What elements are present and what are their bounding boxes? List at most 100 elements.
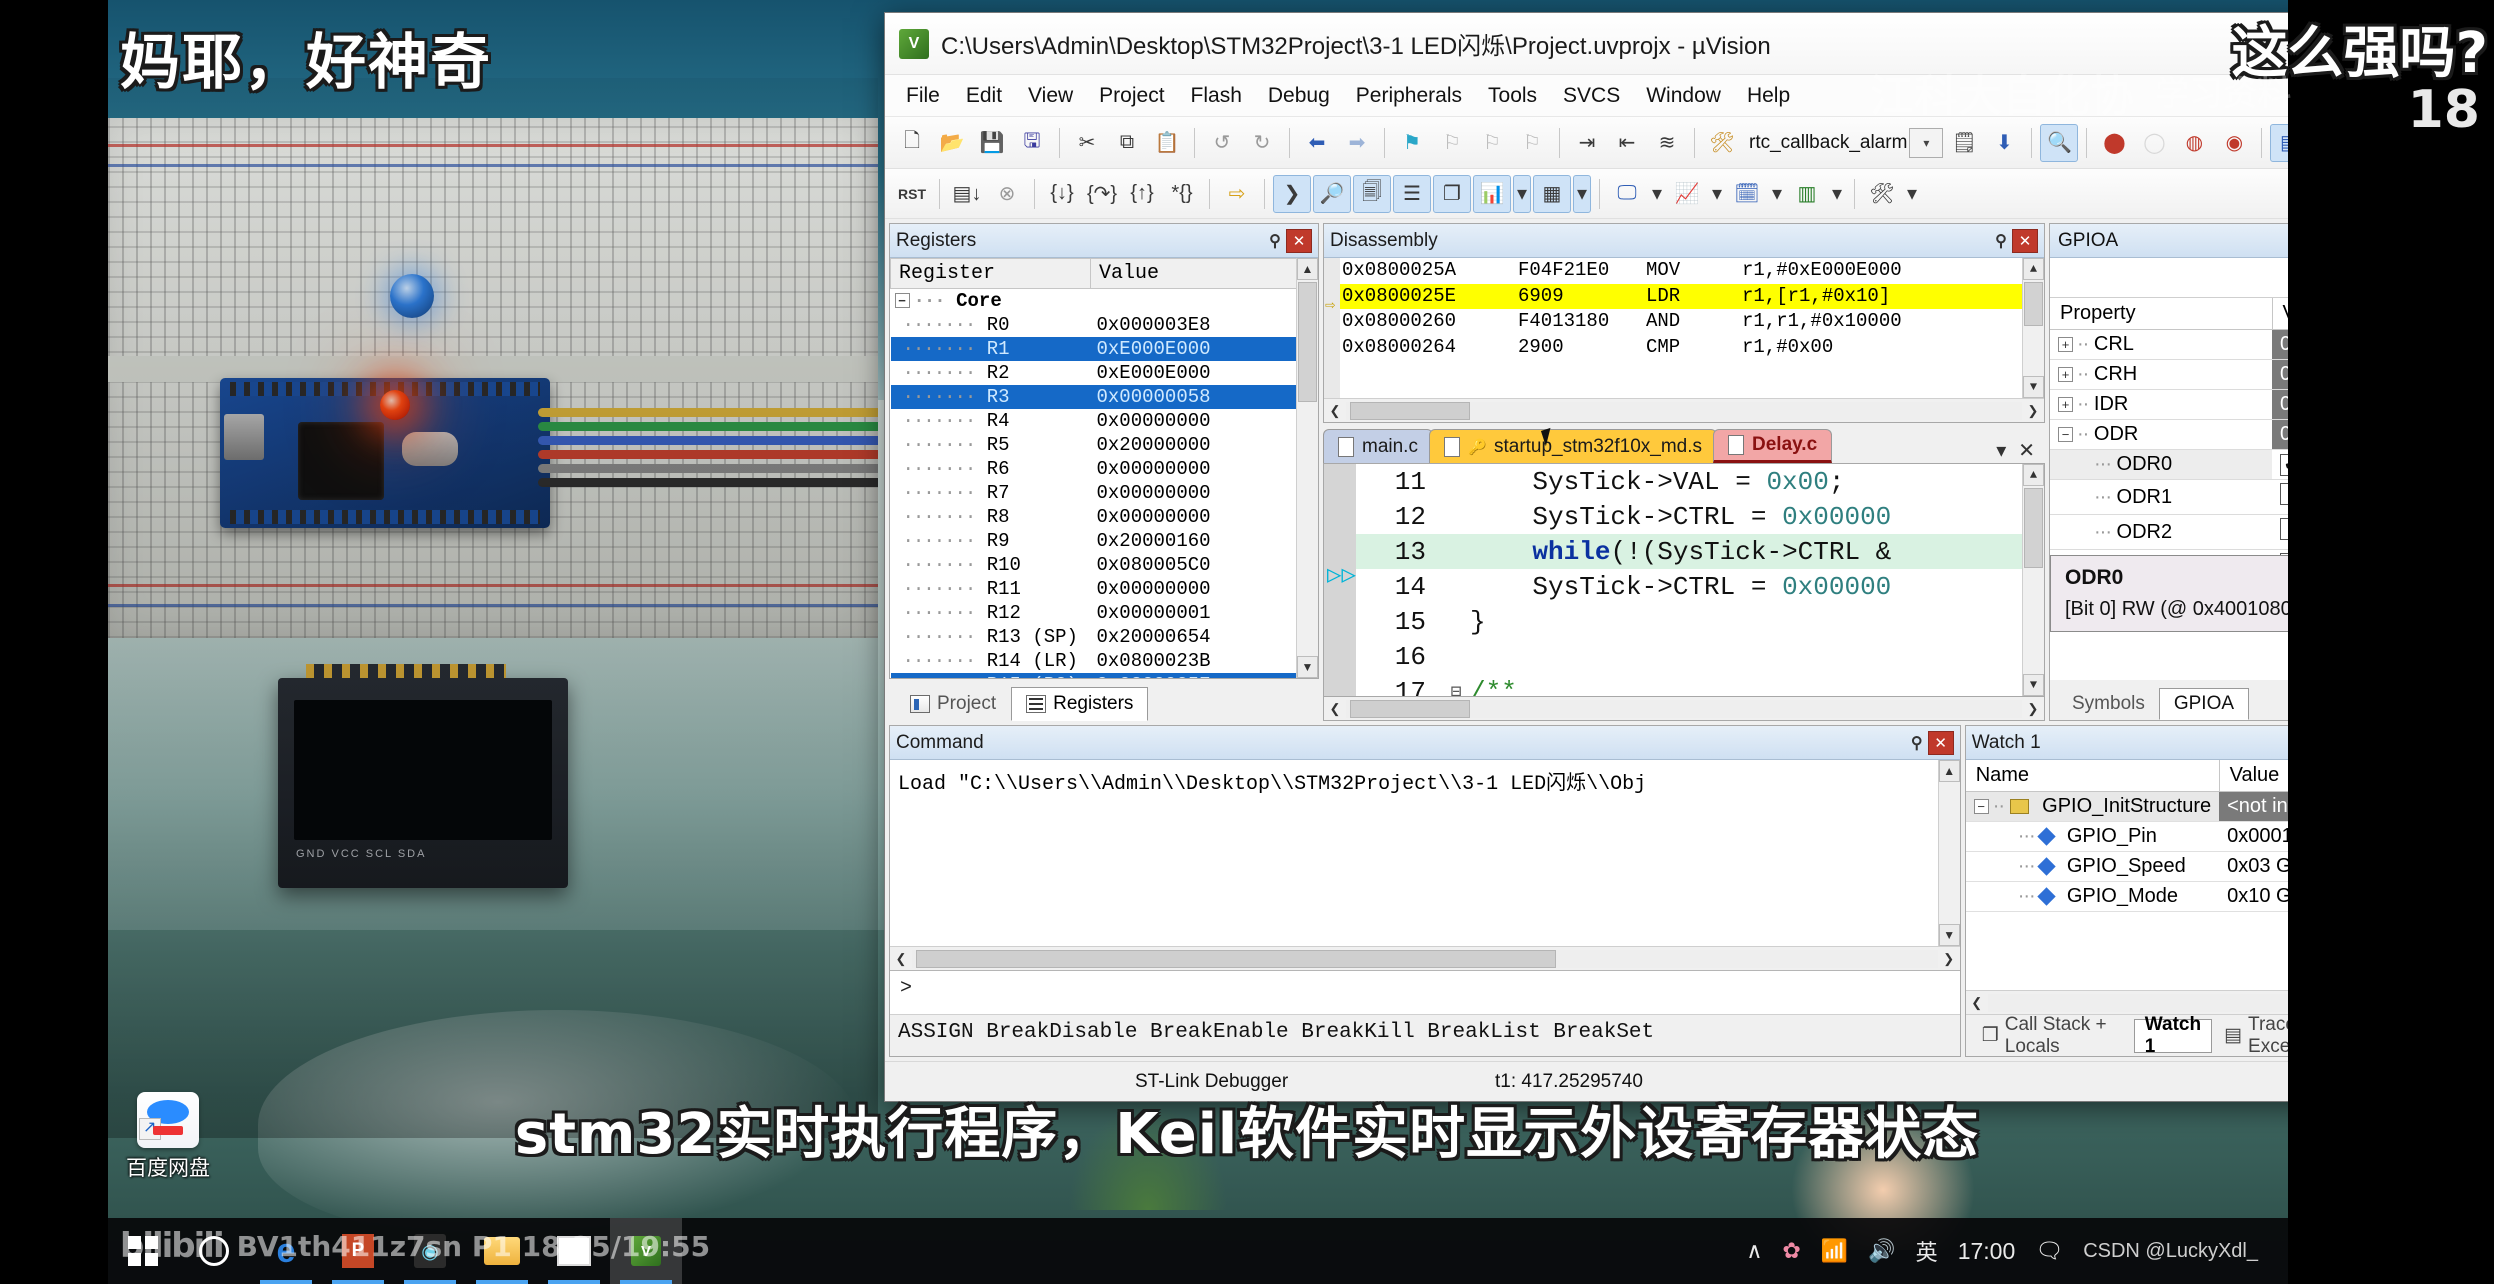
disassembly-body[interactable]: ⇨ 0x0800025A F04F21E0 MOV r1,#0xE000E000… [1324, 258, 2044, 398]
code-line[interactable]: 11 SysTick->VAL = 0x00; [1324, 464, 2044, 499]
pin-icon[interactable]: ⚲ [1906, 733, 1928, 753]
disassembly-hscrollbar[interactable]: ❮ ❯ [1324, 398, 2044, 422]
close-icon[interactable]: ✕ [2012, 228, 2038, 253]
registers-scrollbar[interactable]: ▲ ▼ [1296, 258, 1318, 678]
redo-icon[interactable]: ↻ [1243, 124, 1281, 162]
scroll-right-icon[interactable]: ❯ [2022, 403, 2044, 419]
fold-icon[interactable]: ⊟ [1442, 681, 1470, 697]
volume-icon[interactable]: 🔊 [1868, 1238, 1895, 1264]
bookmark-toggle-icon[interactable]: ⚑ [1393, 124, 1431, 162]
scroll-down-icon[interactable]: ▼ [2023, 674, 2044, 696]
tab-project[interactable]: Project [895, 687, 1011, 721]
scroll-up-icon[interactable]: ▲ [2023, 258, 2044, 280]
tab-list-icon[interactable]: ▾ [1996, 438, 2006, 463]
pin-icon[interactable]: ⚲ [1990, 231, 2012, 251]
close-icon[interactable]: ✕ [1927, 730, 1954, 755]
save-all-icon[interactable]: 🖫 [1013, 124, 1051, 162]
scroll-thumb[interactable] [1350, 699, 1470, 718]
disassembly-row-current[interactable]: 0x0800025E 6909 LDR r1,[r1,#0x10] [1324, 283, 2044, 310]
command-vscrollbar[interactable]: ▲ ▼ [1937, 760, 1960, 946]
wifi-icon[interactable]: 📶 [1821, 1238, 1848, 1264]
run-to-cursor-icon[interactable]: *{} [1163, 175, 1201, 213]
scroll-thumb[interactable] [1298, 282, 1317, 402]
watch-window-icon[interactable]: 📊 [1473, 174, 1511, 213]
scroll-right-icon[interactable]: ❯ [2022, 701, 2044, 717]
analysis-dropdown-icon[interactable]: ▾ [1708, 175, 1726, 213]
scroll-down-icon[interactable]: ▼ [1938, 924, 1960, 946]
scroll-down-icon[interactable]: ▼ [1297, 656, 1318, 678]
code-line[interactable]: 14 SysTick->CTRL = 0x00000 [1324, 569, 2044, 604]
scroll-thumb[interactable] [2024, 282, 2043, 326]
command-output-area[interactable]: Load "C:\\Users\\Admin\\Desktop\\STM32Pr… [890, 760, 1960, 946]
disable-all-breakpoints-icon[interactable]: ◉ [2215, 124, 2253, 162]
run-icon[interactable]: ▤↓ [948, 175, 986, 213]
registers-body[interactable]: Register Value − ··· Core ······· R0 0x000… [890, 258, 1318, 678]
scroll-up-icon[interactable]: ▲ [1297, 258, 1318, 280]
command-hscrollbar[interactable]: ❮ ❯ [890, 946, 1960, 970]
scroll-thumb[interactable] [916, 949, 1556, 968]
command-window-icon[interactable]: ❯ [1273, 174, 1311, 213]
paste-icon[interactable]: 📋 [1148, 124, 1186, 162]
reset-icon[interactable]: RST [893, 175, 931, 213]
tab-symbols[interactable]: Symbols [2058, 688, 2159, 720]
command-input[interactable]: > [890, 970, 1960, 1014]
collapse-icon[interactable]: − [894, 293, 910, 309]
watch-dropdown-icon[interactable]: ▾ [1513, 174, 1531, 213]
insert-breakpoint-icon[interactable]: ⬤ [2095, 124, 2133, 162]
tab-watch-1[interactable]: Watch 1 [2133, 1014, 2213, 1057]
expand-icon[interactable]: + [2058, 337, 2073, 353]
forward-icon[interactable]: ➡ [1338, 124, 1376, 162]
menu-item-project[interactable]: Project [1088, 80, 1175, 112]
comment-icon[interactable]: ≋ [1648, 124, 1686, 162]
editor-tab-delay-c[interactable]: Delay.c [1713, 429, 1833, 463]
menu-item-debug[interactable]: Debug [1257, 80, 1341, 112]
code-line[interactable]: 17 ⊟ /** [1324, 674, 2044, 697]
tab-call-stack-locals[interactable]: ❐ Call Stack + Locals [1972, 1014, 2132, 1057]
scroll-down-icon[interactable]: ▼ [2023, 376, 2044, 398]
disassembly-vscrollbar[interactable]: ▲ ▼ [2022, 258, 2044, 398]
show-next-statement-icon[interactable]: ⇨ [1218, 175, 1256, 213]
scroll-thumb[interactable] [1350, 401, 1470, 420]
serial-dropdown-icon[interactable]: ▾ [1648, 175, 1666, 213]
code-line[interactable]: 12 SysTick->CTRL = 0x00000 [1324, 499, 2044, 534]
tab-gpioa[interactable]: GPIOA [2158, 688, 2250, 720]
save-icon[interactable]: 💾 [973, 124, 1011, 162]
indent-icon[interactable]: ⇥ [1568, 124, 1606, 162]
bookmark-clear-icon[interactable]: ⚐ [1513, 124, 1551, 162]
pin-icon[interactable]: ⚲ [1264, 231, 1286, 251]
open-file-icon[interactable]: 📂 [933, 124, 971, 162]
symbols-window-icon[interactable]: 🗐 [1353, 174, 1391, 213]
copy-icon[interactable]: ⧉ [1108, 124, 1146, 162]
back-icon[interactable]: ⬅ [1298, 124, 1336, 162]
system-viewer-icon[interactable]: ▥ [1788, 175, 1826, 213]
collapse-icon[interactable]: − [1973, 799, 1989, 815]
menu-item-flash[interactable]: Flash [1180, 80, 1253, 112]
call-stack-icon[interactable]: ❐ [1433, 174, 1471, 213]
kill-all-breakpoints-icon[interactable]: ◍ [2175, 124, 2213, 162]
bookmark-next-icon[interactable]: ⚐ [1473, 124, 1511, 162]
start-debug-icon[interactable]: 🔍 [2040, 123, 2079, 162]
editor-vscrollbar[interactable]: ▲ ▼ [2022, 464, 2044, 696]
scroll-left-icon[interactable]: ❮ [1324, 403, 1346, 419]
tray-chevron-icon[interactable]: ∧ [1746, 1238, 1762, 1264]
batch-build-icon[interactable]: ⬇ [1985, 124, 2023, 162]
menu-item-tools[interactable]: Tools [1477, 80, 1548, 112]
ime-indicator[interactable]: 英 [1916, 1235, 1938, 1267]
outdent-icon[interactable]: ⇤ [1608, 124, 1646, 162]
scroll-left-icon[interactable]: ❮ [1966, 995, 1988, 1011]
cut-icon[interactable]: ✂ [1068, 124, 1106, 162]
clock[interactable]: 17:00 [1958, 1238, 2016, 1265]
undo-icon[interactable]: ↺ [1203, 124, 1241, 162]
close-tab-icon[interactable]: ✕ [2018, 438, 2035, 463]
scroll-up-icon[interactable]: ▲ [2023, 464, 2044, 486]
code-editor[interactable]: ▷▷ 11 SysTick->VAL = 0x00; 12 SysTick->C… [1323, 463, 2045, 697]
memory-dropdown-icon[interactable]: ▾ [1573, 174, 1591, 213]
menu-item-edit[interactable]: Edit [955, 80, 1013, 112]
scroll-left-icon[interactable]: ❮ [1324, 701, 1346, 717]
desktop-icon-baidu-netdisk[interactable]: 百度网盘 [112, 1092, 224, 1182]
scroll-thumb[interactable] [2024, 488, 2043, 568]
editor-tab-main-c[interactable]: main.c [1323, 429, 1433, 463]
trace-window-icon[interactable]: 🗓 [1728, 175, 1766, 213]
scroll-left-icon[interactable]: ❮ [890, 951, 912, 967]
target-dropdown-icon[interactable]: ▾ [1909, 127, 1944, 158]
